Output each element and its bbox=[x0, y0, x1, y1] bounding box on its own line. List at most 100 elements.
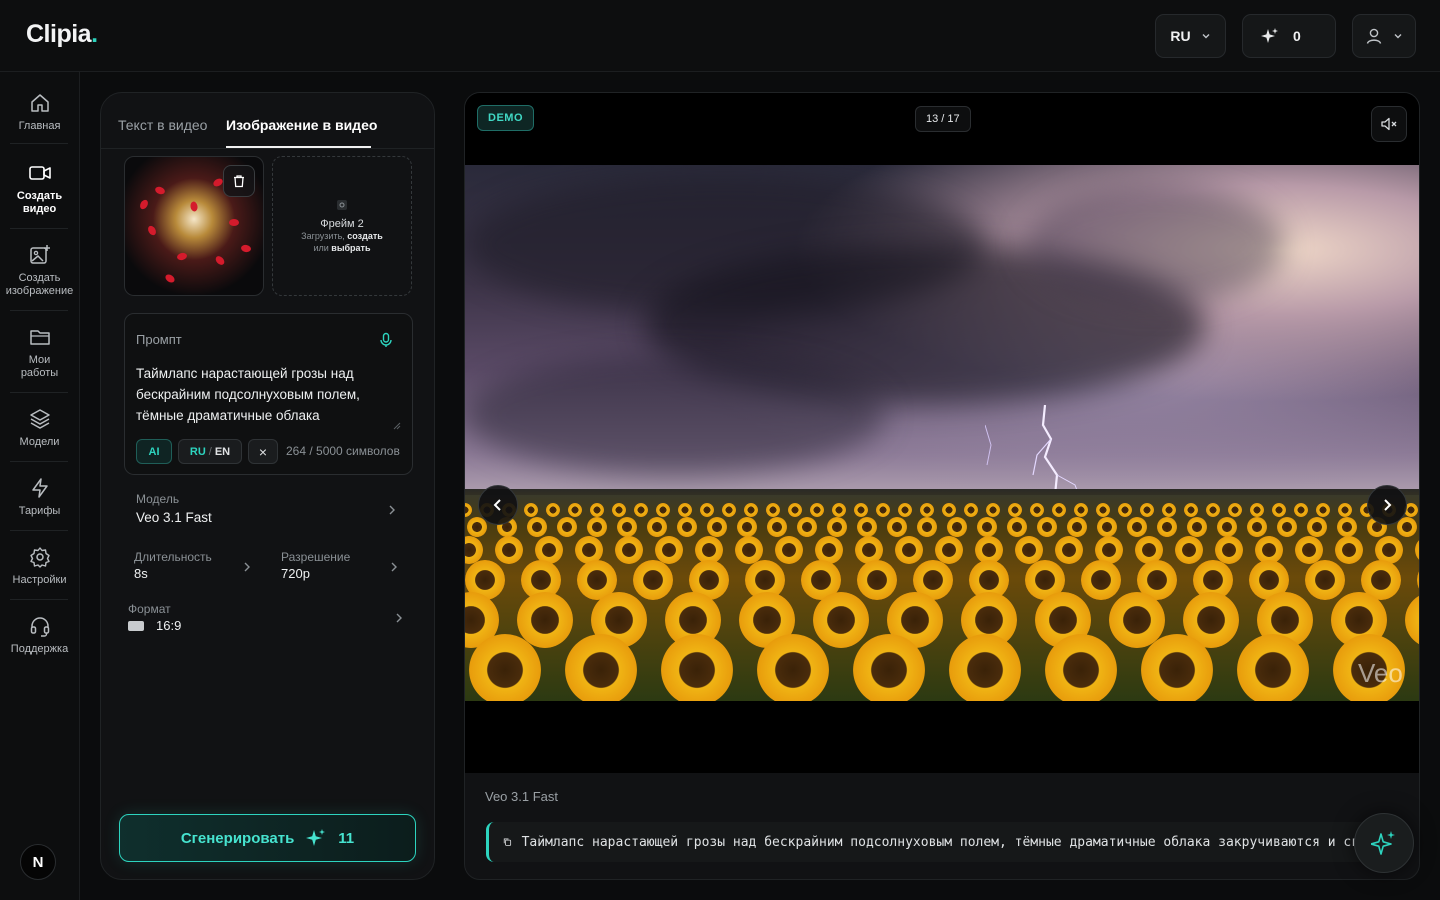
trash-icon bbox=[234, 175, 244, 188]
frame-2-select-link[interactable]: выбрать bbox=[331, 243, 370, 253]
prompt-box: Промпт Таймлапс нарастающей грозы над бе… bbox=[124, 313, 413, 475]
video-frame[interactable] bbox=[465, 165, 1419, 701]
sunflower bbox=[1316, 503, 1330, 517]
sidebar-item-label: Создать видео bbox=[16, 190, 63, 215]
sunflower bbox=[947, 517, 967, 537]
sidebar-item-home[interactable]: Главная bbox=[0, 92, 79, 133]
petal bbox=[146, 224, 158, 237]
delete-frame-button[interactable] bbox=[223, 165, 255, 197]
sunflower bbox=[986, 503, 1000, 517]
sunflower bbox=[1162, 503, 1176, 517]
prompt-label: Промпт bbox=[136, 332, 182, 347]
sunflower bbox=[1184, 503, 1198, 517]
petal bbox=[213, 254, 227, 267]
sidebar-item-settings[interactable]: Настройки bbox=[0, 546, 79, 587]
nav-divider bbox=[10, 310, 68, 311]
prompt-caption[interactable]: Таймлапс нарастающей грозы над бескрайни… bbox=[486, 822, 1406, 862]
sidebar-item-support[interactable]: Поддержка bbox=[0, 615, 79, 656]
lang-from-label: RU bbox=[189, 445, 206, 458]
sunflower bbox=[857, 560, 897, 600]
sunflower bbox=[964, 503, 978, 517]
translate-button[interactable]: RU / EN bbox=[178, 439, 242, 464]
sunflower bbox=[1217, 517, 1237, 537]
sunflower bbox=[565, 634, 637, 701]
language-selector[interactable]: RU bbox=[1155, 14, 1226, 58]
lang-to-label: EN bbox=[214, 445, 231, 458]
user-avatar[interactable]: N bbox=[20, 844, 56, 880]
model-label: Модель bbox=[136, 492, 180, 506]
tab-image-to-video[interactable]: Изображение в видео bbox=[226, 117, 377, 133]
chevron-right-icon bbox=[389, 505, 395, 515]
sunflower bbox=[788, 503, 802, 517]
credits-count: 0 bbox=[1293, 28, 1301, 44]
frame-2-create-link[interactable]: создать bbox=[347, 231, 383, 241]
mute-button[interactable] bbox=[1371, 106, 1407, 142]
headset-icon bbox=[30, 617, 49, 637]
ai-assistant-button[interactable] bbox=[1354, 813, 1414, 873]
sunflower bbox=[633, 560, 673, 600]
sparkle-icon bbox=[1261, 28, 1278, 43]
sidebar-item-models[interactable]: Модели bbox=[0, 408, 79, 449]
sunflower bbox=[1007, 517, 1027, 537]
demo-badge: DEMO bbox=[477, 105, 534, 131]
petal bbox=[138, 198, 150, 211]
microphone-icon[interactable] bbox=[378, 332, 394, 348]
sunflower bbox=[1228, 503, 1242, 517]
next-arrow-button[interactable] bbox=[1367, 485, 1407, 525]
chevron-right-icon bbox=[396, 613, 402, 623]
credits-button[interactable]: 0 bbox=[1242, 14, 1336, 58]
video-viewer: DEMO 13 / 17 Veo Veo 3.1 Fast Таймлапс н… bbox=[464, 92, 1420, 880]
sunflower bbox=[917, 517, 937, 537]
sunflower bbox=[832, 503, 846, 517]
sunflower bbox=[744, 503, 758, 517]
clear-prompt-button[interactable]: × bbox=[248, 439, 278, 464]
sunflower bbox=[797, 517, 817, 537]
sunflower bbox=[1250, 503, 1264, 517]
app-logo[interactable]: Clipia. bbox=[26, 20, 98, 49]
chevron-right-icon bbox=[391, 562, 397, 572]
speaker-muted-icon bbox=[1381, 117, 1397, 131]
gallery-counter: 13 / 17 bbox=[915, 106, 971, 132]
previous-arrow-button[interactable] bbox=[478, 485, 518, 525]
sunflower bbox=[634, 503, 648, 517]
sunflower bbox=[942, 503, 956, 517]
format-label: Формат bbox=[128, 602, 171, 616]
sunflower bbox=[1081, 560, 1121, 600]
sidebar-item-create-image[interactable]: Создать изображение bbox=[0, 244, 79, 298]
sidebar: Главная Создать видео Создать изображени… bbox=[0, 72, 80, 900]
chevron-down-icon bbox=[1394, 34, 1402, 39]
resize-handle-icon[interactable] bbox=[393, 422, 401, 430]
prompt-textarea[interactable]: Таймлапс нарастающей грозы над бескрайни… bbox=[136, 363, 398, 426]
sunflower bbox=[1037, 517, 1057, 537]
frame-2-upload[interactable]: Фрейм 2 Загрузить, создать или выбрать bbox=[272, 156, 412, 296]
frame-2-title: Фрейм 2 bbox=[320, 218, 364, 230]
sunflower bbox=[1157, 517, 1177, 537]
sidebar-item-my-works[interactable]: Мои работы bbox=[0, 326, 79, 380]
lightning-icon bbox=[31, 478, 48, 498]
chevron-right-icon bbox=[1384, 499, 1392, 511]
sunflower bbox=[813, 592, 869, 648]
sunflower bbox=[707, 517, 727, 537]
sidebar-item-create-video[interactable]: Создать видео bbox=[0, 162, 79, 216]
viewer-model-label: Veo 3.1 Fast bbox=[485, 789, 558, 804]
sunflower bbox=[1052, 503, 1066, 517]
sidebar-item-pricing[interactable]: Тарифы bbox=[0, 477, 79, 518]
sunflower bbox=[854, 503, 868, 517]
sunflower bbox=[1074, 503, 1088, 517]
ai-enhance-button[interactable]: AI bbox=[136, 439, 172, 464]
sunflower bbox=[737, 517, 757, 537]
sunflower bbox=[617, 517, 637, 537]
generate-button[interactable]: Сгенерировать 11 bbox=[119, 814, 416, 862]
sunflower bbox=[887, 517, 907, 537]
petal bbox=[154, 185, 166, 196]
copy-icon[interactable] bbox=[503, 835, 512, 849]
sunflower bbox=[810, 503, 824, 517]
sunflower bbox=[495, 536, 523, 564]
frame-1-thumbnail[interactable] bbox=[124, 156, 264, 296]
sunflower bbox=[587, 517, 607, 537]
tab-text-to-video[interactable]: Текст в видео bbox=[118, 117, 207, 133]
user-icon bbox=[1366, 28, 1382, 44]
user-menu-button[interactable] bbox=[1352, 14, 1416, 58]
sunflower bbox=[876, 503, 890, 517]
sunflower bbox=[568, 503, 582, 517]
